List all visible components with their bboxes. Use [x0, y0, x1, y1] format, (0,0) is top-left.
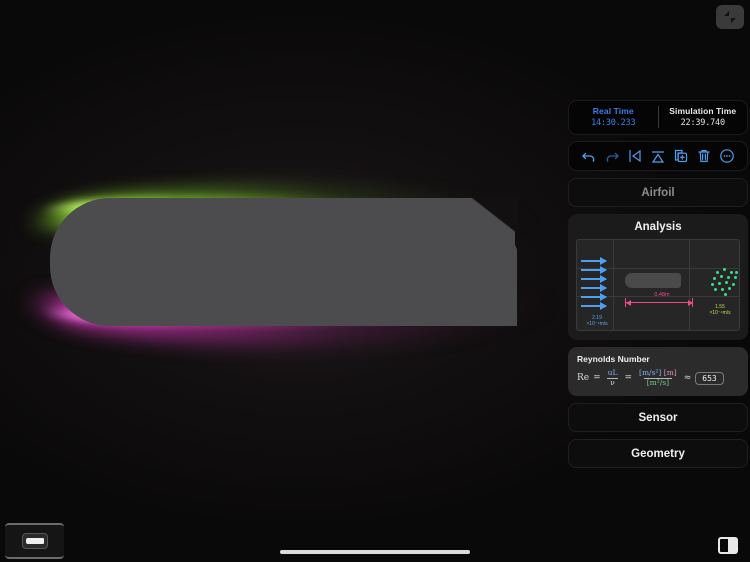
- inflow-arrow: [581, 257, 607, 264]
- panel-toggle-left: [720, 539, 728, 552]
- undo-button[interactable]: [580, 147, 598, 165]
- airfoil-thumbnail: [21, 533, 48, 549]
- section-airfoil[interactable]: Airfoil: [568, 178, 748, 207]
- reynolds-denominator-1: ν: [607, 377, 618, 388]
- simulation-time-value: 22:39.740: [680, 118, 725, 128]
- real-time-block: Real Time 14:30.233: [569, 106, 658, 128]
- reynolds-symbol: Re: [577, 373, 590, 384]
- reynolds-equals-1: =: [593, 373, 601, 384]
- flip-horizontal-icon: [627, 148, 643, 164]
- real-time-label: Real Time: [592, 106, 634, 116]
- airfoil-thumbnail-panel[interactable]: [5, 523, 64, 559]
- reynolds-fraction-2: [m/s²] [m] [m²/s]: [636, 368, 680, 388]
- inflow-arrow: [581, 293, 607, 300]
- reynolds-approx: ≈: [683, 373, 692, 384]
- reynolds-equals-2: =: [624, 373, 633, 384]
- reynolds-numerator-1: uL: [607, 368, 618, 377]
- more-options-icon: [719, 148, 735, 164]
- duplicate-icon: [673, 148, 689, 164]
- collapse-arrows-icon: [723, 10, 737, 24]
- side-panel: Real Time 14:30.233 Simulation Time 22:3…: [568, 100, 748, 469]
- simulation-app: Real Time 14:30.233 Simulation Time 22:3…: [0, 0, 750, 562]
- analysis-card: Analysis 0.48m 2.19 ×10⁻⁴m/s 1.55 ×10⁻⁴m…: [568, 214, 748, 340]
- undo-icon: [581, 148, 597, 164]
- collapse-window-button[interactable]: [716, 5, 744, 29]
- section-sensor[interactable]: Sensor: [568, 403, 748, 433]
- home-indicator: [280, 550, 470, 554]
- delete-button[interactable]: [695, 147, 713, 165]
- airfoil-shape[interactable]: [50, 198, 515, 326]
- simulation-time-block: Simulation Time 22:39.740: [659, 106, 748, 128]
- panel-toggle-right: [728, 539, 736, 552]
- more-options-button[interactable]: [718, 147, 736, 165]
- panel-toggle-button[interactable]: [718, 537, 738, 554]
- flip-vertical-button[interactable]: [649, 147, 667, 165]
- reynolds-formula: Re = uL ν = [m/s²] [m] [m²/s] ≈ 653: [577, 368, 739, 388]
- reynolds-fraction-1: uL ν: [605, 368, 621, 388]
- airfoil-bevel-mask: [455, 196, 519, 232]
- redo-button[interactable]: [603, 147, 621, 165]
- reynolds-title: Reynolds Number: [577, 354, 650, 364]
- real-time-value: 14:30.233: [591, 118, 636, 128]
- analysis-title: Analysis: [634, 221, 682, 233]
- redo-icon: [604, 148, 620, 164]
- inlet-velocity-label: 2.19 ×10⁻⁴m/s: [586, 314, 608, 327]
- analysis-plot[interactable]: 0.48m 2.19 ×10⁻⁴m/s 1.55 ×10⁻⁴m/s: [576, 239, 740, 331]
- analysis-airfoil-shape: [625, 273, 681, 288]
- reynolds-unit-length: [m]: [663, 368, 677, 377]
- time-readout-card: Real Time 14:30.233 Simulation Time 22:3…: [568, 100, 748, 135]
- section-geometry[interactable]: Geometry: [568, 439, 748, 469]
- reynolds-numerator-2: [m/s²] [m]: [636, 368, 680, 378]
- trash-icon: [696, 148, 712, 164]
- inflow-arrow: [581, 284, 607, 291]
- flip-horizontal-button[interactable]: [626, 147, 644, 165]
- reynolds-unit-viscosity: [m²/s]: [643, 377, 673, 388]
- reynolds-number-card: Reynolds Number Re = uL ν = [m/s²] [m] […: [568, 347, 748, 397]
- duplicate-button[interactable]: [672, 147, 690, 165]
- chord-dimension-label: 0.48m: [654, 292, 670, 298]
- reynolds-unit-velocity: [m/s²]: [639, 368, 662, 377]
- chord-dimension-line: [625, 302, 693, 304]
- reynolds-value: 653: [695, 371, 724, 385]
- simulation-time-label: Simulation Time: [669, 106, 737, 116]
- inflow-arrow: [581, 275, 607, 282]
- inflow-arrow: [581, 302, 607, 309]
- airfoil-thumbnail-shape: [25, 538, 44, 544]
- edit-toolbar: [568, 141, 748, 171]
- outlet-velocity-label: 1.55 ×10⁻⁴m/s: [709, 303, 731, 316]
- inflow-arrow: [581, 266, 607, 273]
- flip-vertical-icon: [650, 148, 666, 164]
